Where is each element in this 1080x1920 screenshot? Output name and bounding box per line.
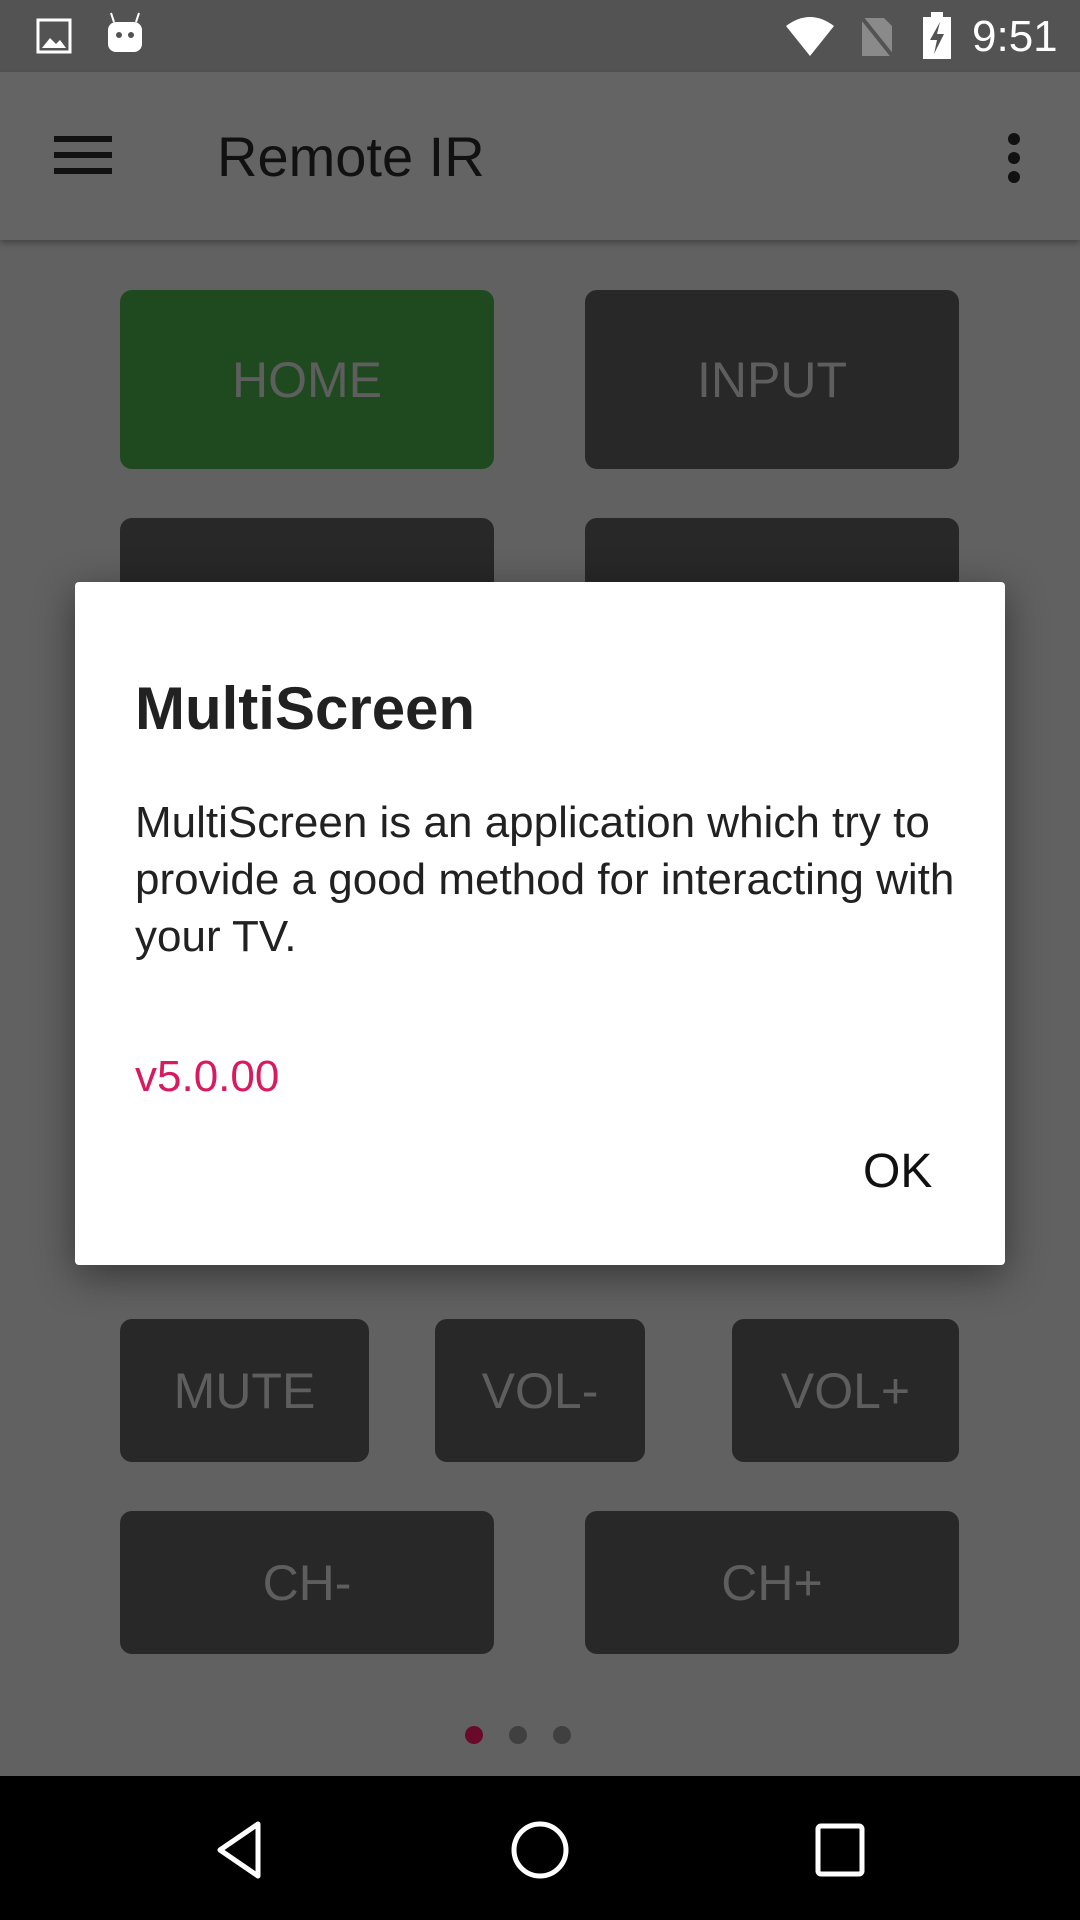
dialog-message: MultiScreen is an application which try … — [135, 798, 955, 961]
battery-charging-icon — [923, 12, 951, 59]
home-button[interactable]: HOME — [120, 290, 494, 469]
input-button[interactable]: INPUT — [585, 290, 959, 469]
wifi-icon — [786, 17, 834, 56]
vol-down-button[interactable]: VOL- — [435, 1319, 645, 1462]
android-icon — [108, 12, 142, 52]
status-bar: 9:51 — [0, 0, 1080, 72]
image-icon — [36, 18, 72, 54]
dialog-title: MultiScreen — [135, 675, 476, 742]
recents-icon[interactable] — [814, 1822, 866, 1878]
vol-up-button[interactable]: VOL+ — [732, 1319, 959, 1462]
hamburger-icon[interactable] — [54, 134, 112, 176]
page-indicator-2[interactable] — [509, 1726, 527, 1744]
clock: 9:51 — [972, 12, 1058, 61]
back-icon[interactable] — [214, 1820, 264, 1880]
page-indicator-3[interactable] — [553, 1726, 571, 1744]
ok-button[interactable]: OK — [863, 1144, 932, 1199]
mute-button[interactable]: MUTE — [120, 1319, 369, 1462]
ch-up-button[interactable]: CH+ — [585, 1511, 959, 1654]
navigation-bar — [0, 1776, 1080, 1920]
version-label: v5.0.00 — [135, 1052, 280, 1101]
no-sim-icon — [860, 16, 896, 58]
page-indicator-1[interactable] — [465, 1726, 483, 1744]
about-dialog: MultiScreen MultiScreen is an applicatio… — [75, 582, 1005, 1265]
ch-down-button[interactable]: CH- — [120, 1511, 494, 1654]
more-vert-icon[interactable] — [1004, 132, 1024, 184]
app-toolbar: Remote IR — [0, 72, 1080, 240]
app-title: Remote IR — [217, 125, 485, 188]
home-icon[interactable] — [510, 1820, 570, 1880]
